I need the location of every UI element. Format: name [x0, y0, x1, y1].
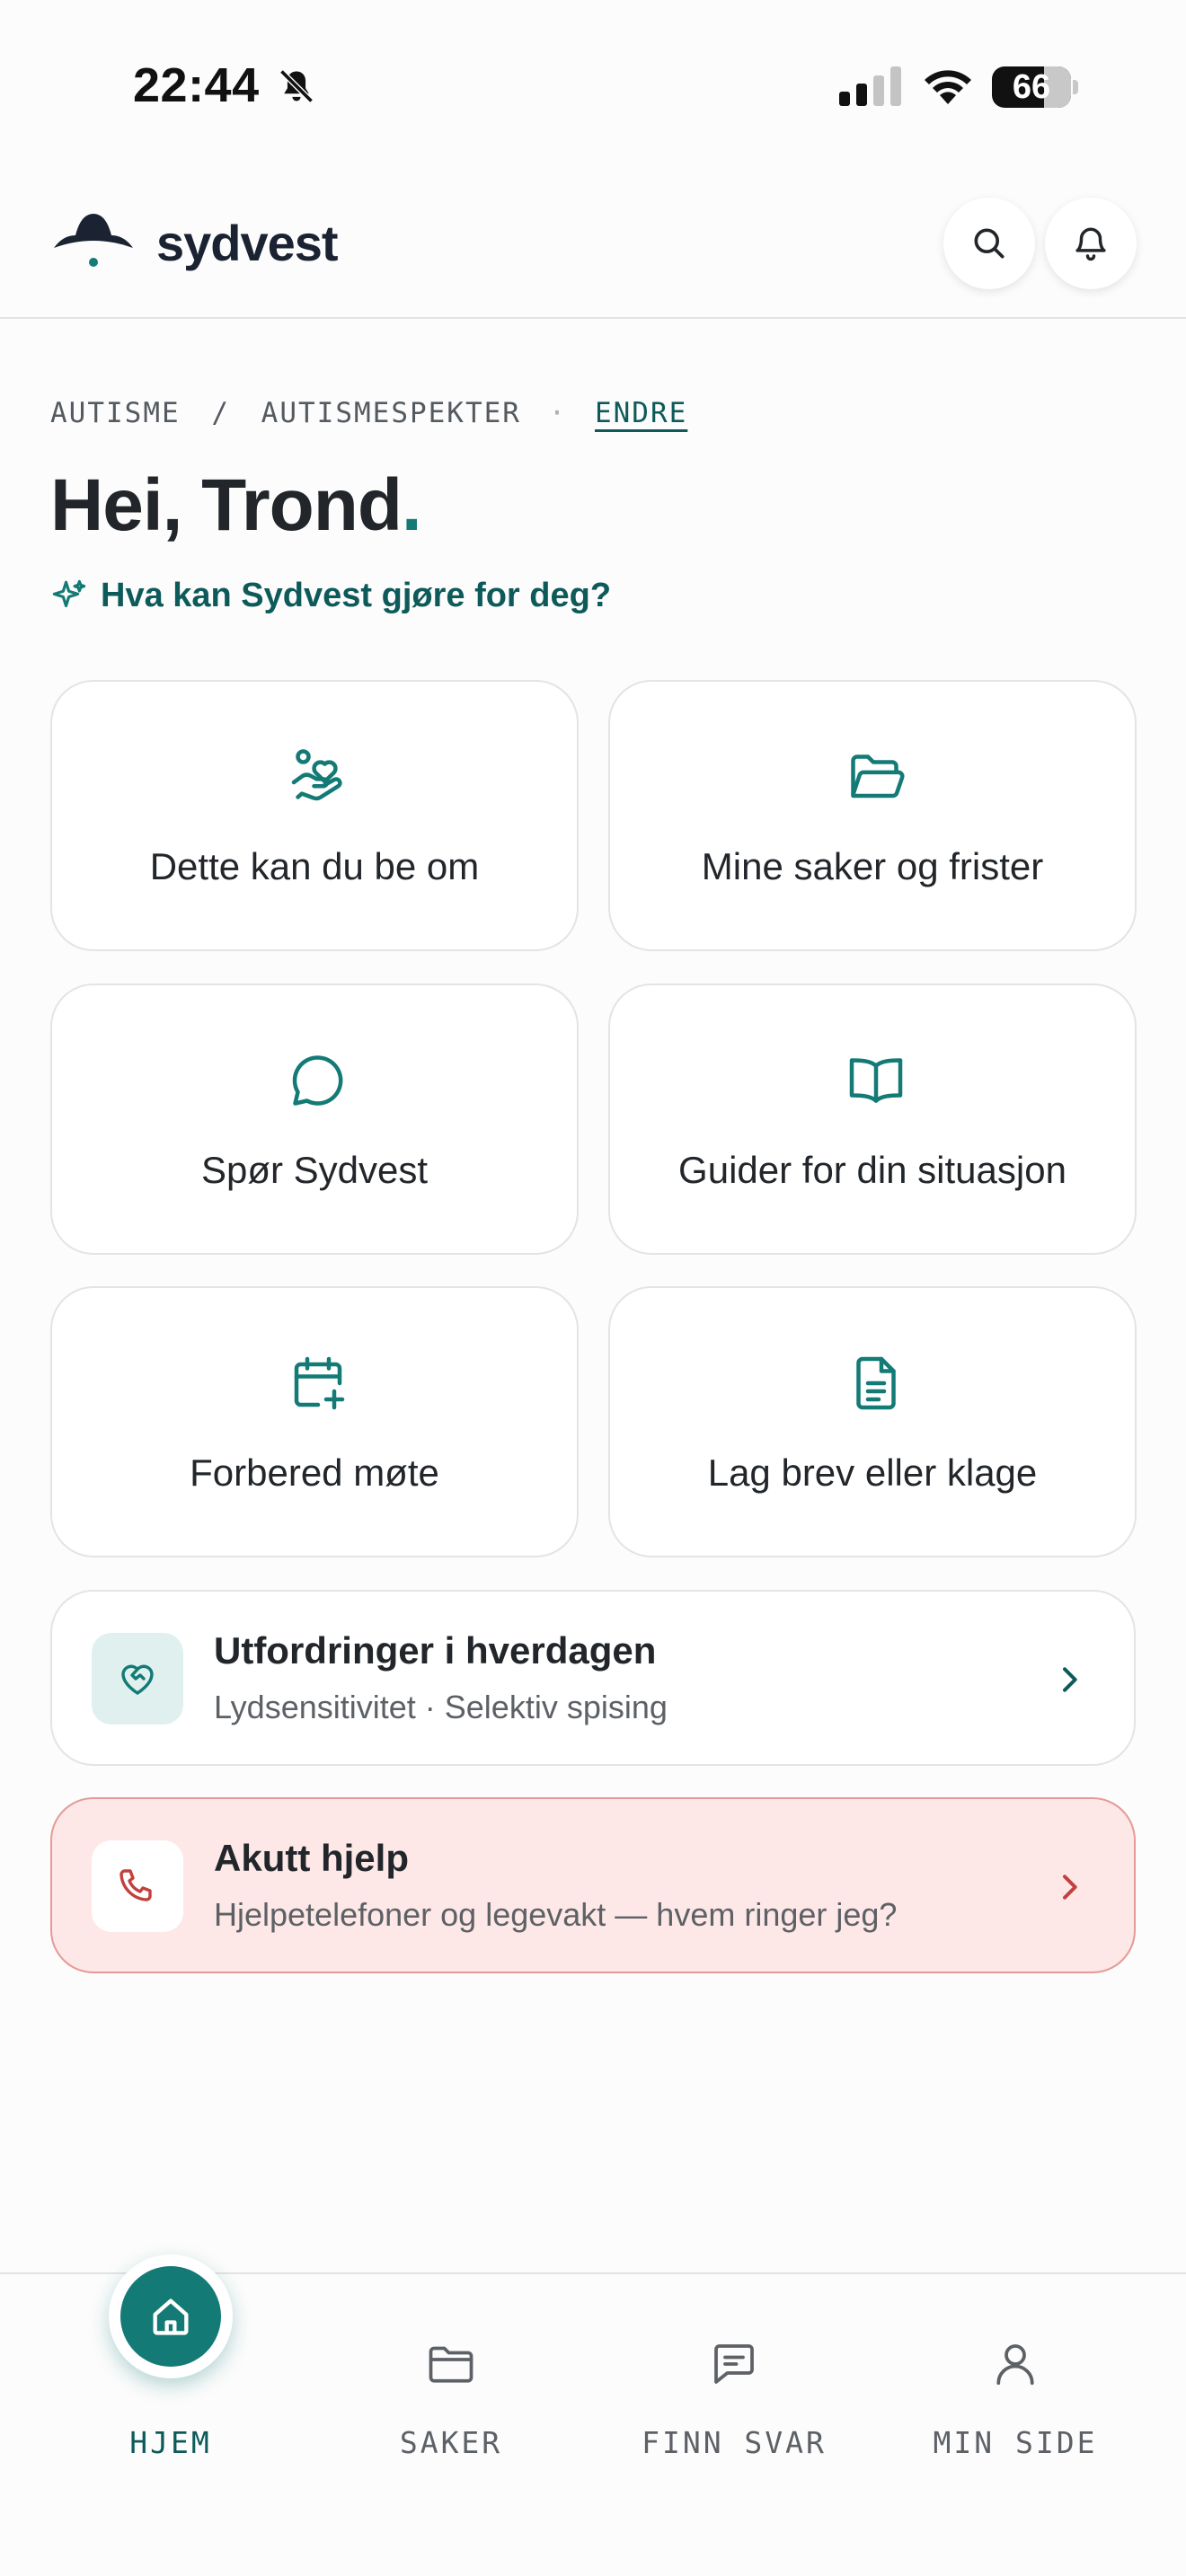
edit-diagnosis-link[interactable]: ENDRE [595, 397, 687, 429]
home-icon [153, 2298, 189, 2335]
tile-write-letter[interactable]: Lag brev eller klage [608, 1286, 1137, 1557]
nav-label: SAKER [399, 2425, 503, 2460]
acute-help-subtitle: Hjelpetelefoner og legevakt — hvem ringe… [214, 1896, 898, 1933]
sparkles-icon [52, 579, 86, 607]
tile-prepare-meeting[interactable]: Forbered møte [50, 1286, 579, 1557]
assistant-prompt-link[interactable]: Hva kan Sydvest gjøre for deg? [50, 577, 611, 615]
user-icon [996, 2344, 1034, 2386]
diagnosis-breadcrumb: AUTISME / AUTISMESPEKTER · ENDRE [50, 397, 687, 429]
cellular-signal-icon [839, 66, 901, 106]
status-bar: 22:44 66 [0, 0, 1186, 171]
tile-entitlements[interactable]: Dette kan du be om [50, 680, 579, 951]
tile-label: Forbered møte [190, 1451, 439, 1494]
challenges-subtitle: Lydsensitivitet · Selektiv spising [214, 1689, 668, 1725]
brand-name: sydvest [156, 215, 339, 271]
tile-guides[interactable]: Guider for din situasjon [608, 984, 1137, 1255]
tile-label: Mine saker og frister [701, 845, 1044, 887]
everyday-challenges-card[interactable]: Utfordringer i hverdagen Lydsensitivitet… [50, 1590, 1136, 1766]
notifications-button[interactable] [1045, 198, 1137, 289]
nav-label: FINN SVAR [642, 2425, 827, 2460]
acute-help-badge [92, 1840, 183, 1932]
bell-icon [1075, 227, 1106, 261]
page-title: Hei, Trond. [50, 463, 422, 548]
bottom-navigation: HJEM SAKER FINN SVAR MIN SIDE [0, 2254, 1186, 2576]
breadcrumb-diagnosis: AUTISME [50, 397, 181, 429]
breadcrumb-subtype: AUTISMESPEKTER [261, 397, 521, 429]
sydvest-logo-icon [54, 214, 133, 267]
hand-heart-icon [291, 749, 342, 801]
acute-help-card[interactable]: Akutt hjelp Hjelpetelefoner og legevakt … [50, 1797, 1136, 1973]
nav-find-answers[interactable]: FINN SVAR [586, 2274, 882, 2490]
tile-label: Spør Sydvest [200, 1149, 429, 1191]
wifi-icon [925, 70, 971, 104]
battery-level: 66 [1012, 68, 1051, 106]
home-fab[interactable] [109, 2254, 233, 2378]
heart-handshake-icon [121, 1664, 154, 1695]
nav-label: MIN SIDE [933, 2425, 1098, 2460]
nav-cases[interactable]: SAKER [303, 2274, 599, 2490]
nav-label: HJEM [129, 2425, 212, 2460]
chat-bubble-icon [292, 1055, 343, 1106]
chevron-right-icon [1063, 1875, 1077, 1900]
greeting-text: Hei, Trond [50, 464, 403, 546]
message-square-icon [714, 2344, 754, 2384]
app-header: sydvest [0, 171, 1186, 319]
battery-indicator: 66 [992, 66, 1078, 108]
nav-home[interactable]: HJEM [22, 2254, 319, 2490]
folder-open-icon [851, 754, 905, 798]
nav-my-page[interactable]: MIN SIDE [867, 2274, 1164, 2490]
tile-label: Lag brev eller klage [707, 1451, 1038, 1494]
calendar-plus-icon [294, 1356, 345, 1410]
challenges-title: Utfordringer i hverdagen [214, 1629, 657, 1672]
document-icon [856, 1356, 896, 1410]
folder-icon [429, 2346, 474, 2383]
breadcrumb-separator: / [211, 397, 230, 429]
chevron-right-icon [1063, 1667, 1077, 1692]
challenges-badge [92, 1633, 183, 1725]
tile-label: Dette kan du be om [149, 845, 480, 887]
search-button[interactable] [943, 198, 1035, 289]
greeting-punct: . [401, 464, 422, 546]
tile-my-cases[interactable]: Mine saker og frister [608, 680, 1137, 951]
tile-label: Guider for din situasjon [678, 1149, 1067, 1191]
bell-off-icon [279, 69, 314, 103]
status-time: 22:44 [133, 58, 260, 112]
search-icon [974, 228, 1005, 259]
acute-help-title: Akutt hjelp [214, 1837, 409, 1879]
breadcrumb-dot: · [548, 397, 568, 429]
tile-ask-sydvest[interactable]: Spør Sydvest [50, 984, 579, 1255]
open-book-icon [849, 1058, 903, 1103]
assistant-prompt-text: Hva kan Sydvest gjøre for deg? [101, 577, 612, 614]
phone-icon [119, 1869, 152, 1901]
